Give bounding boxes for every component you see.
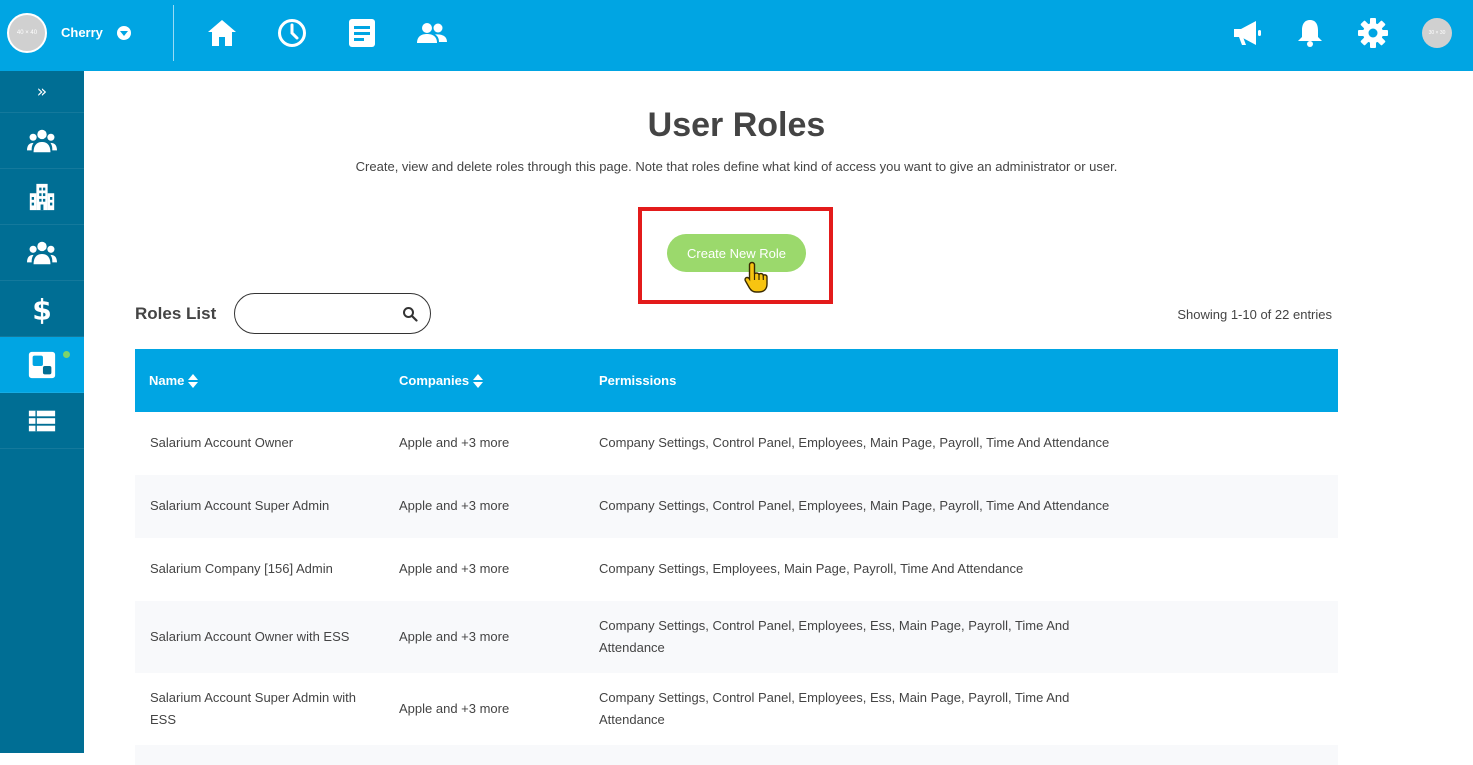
profile-avatar[interactable]: 30 × 30 [1422, 18, 1452, 48]
role-permissions: Company Settings, Control Panel, Employe… [599, 618, 1070, 633]
page-title: User Roles [647, 106, 826, 144]
role-permissions: Company Settings, Control Panel, Employe… [599, 498, 1110, 513]
role-companies: Apple and +3 more [399, 498, 510, 513]
people-icon[interactable] [416, 17, 448, 49]
column-header-permissions: Permissions [599, 373, 676, 388]
role-name[interactable]: Salarium Company [156] Admin [150, 558, 333, 580]
people-group-icon [27, 129, 57, 152]
avatar-placeholder-text: 30 × 30 [1428, 30, 1446, 36]
svg-text:$: $ [32, 294, 52, 324]
sidebar-item-companies[interactable] [0, 169, 84, 225]
clock-icon[interactable] [276, 17, 308, 49]
entries-count: Showing 1-10 of 22 entries [1177, 307, 1332, 322]
document-icon[interactable] [346, 17, 378, 49]
sidebar-item-employees[interactable] [0, 113, 84, 169]
page-subtitle: Create, view and delete roles through th… [355, 159, 1118, 174]
column-header-label: Companies [399, 373, 470, 388]
sort-icon[interactable] [188, 373, 199, 388]
search-input[interactable] [249, 302, 394, 326]
table-row[interactable]: Salarium Account Owner with ESS Apple an… [135, 601, 1338, 673]
role-companies: Apple and +3 more [399, 561, 510, 576]
role-name-continued[interactable]: ESS [150, 709, 176, 731]
create-new-role-button[interactable]: Create New Role [667, 234, 806, 272]
top-navigation-bar: 40 × 40 Cherry 30 × 30 [0, 0, 1473, 71]
sort-icon[interactable] [473, 373, 484, 388]
table-row[interactable]: Salarium Account Super Admin with ESS Ap… [135, 673, 1338, 745]
user-name[interactable]: Cherry [61, 25, 103, 40]
divider [173, 5, 174, 61]
role-name[interactable]: Salarium Account Super Admin with [150, 687, 356, 709]
role-companies: Apple and +3 more [399, 435, 510, 450]
building-icon [29, 183, 55, 210]
people-group-icon [27, 241, 57, 264]
table-row[interactable]: Salarium Company [156] Admin Apple and +… [135, 538, 1338, 601]
table-row[interactable] [135, 745, 1338, 765]
dollar-icon: $ [32, 294, 52, 324]
table-row[interactable]: Salarium Account Owner Apple and +3 more… [135, 412, 1338, 475]
sidebar: » $ [0, 71, 84, 753]
role-permissions: Company Settings, Control Panel, Employe… [599, 435, 1110, 450]
sidebar-expand-button[interactable]: » [0, 71, 84, 113]
column-header-label: Name [149, 373, 185, 388]
table-row[interactable]: Salarium Account Super Admin Apple and +… [135, 475, 1338, 538]
gear-icon[interactable] [1357, 17, 1389, 49]
sidebar-item-payroll[interactable]: $ [0, 281, 84, 337]
avatar-placeholder-text: 40 × 40 [16, 30, 38, 36]
hand-pointer-icon [742, 260, 770, 294]
home-icon[interactable] [206, 17, 238, 49]
role-permissions: Company Settings, Employees, Main Page, … [599, 561, 1024, 576]
role-permissions-continued: Attendance [599, 712, 665, 727]
column-header-name[interactable]: Name [149, 373, 199, 388]
search-field[interactable] [234, 293, 431, 334]
chevrons-right-icon: » [36, 81, 48, 102]
roles-list-heading: Roles List [135, 304, 217, 323]
role-permissions-continued: Attendance [599, 640, 665, 655]
role-companies: Apple and +3 more [399, 629, 510, 644]
sidebar-item-users[interactable] [0, 225, 84, 281]
megaphone-icon[interactable] [1231, 17, 1263, 49]
role-name[interactable]: Salarium Account Owner [150, 432, 293, 454]
user-avatar[interactable]: 40 × 40 [7, 13, 47, 53]
sidebar-item-control-panel[interactable] [0, 337, 84, 393]
role-name[interactable]: Salarium Account Super Admin [150, 495, 329, 517]
table-header: Name Companies Permissions [135, 349, 1338, 412]
role-permissions: Company Settings, Control Panel, Employe… [599, 690, 1070, 705]
role-name[interactable]: Salarium Account Owner with ESS [150, 626, 349, 648]
sidebar-item-list[interactable] [0, 393, 84, 449]
control-panel-icon [28, 351, 56, 378]
chevron-down-icon[interactable] [117, 26, 131, 40]
roles-table: Name Companies Permissions Salarium Acco… [135, 349, 1338, 765]
list-icon [28, 410, 56, 431]
bell-icon[interactable] [1294, 17, 1326, 49]
status-dot [63, 351, 70, 358]
column-header-companies[interactable]: Companies [399, 373, 484, 388]
column-header-label: Permissions [599, 373, 677, 388]
role-companies: Apple and +3 more [399, 701, 510, 716]
search-icon[interactable] [402, 306, 418, 322]
